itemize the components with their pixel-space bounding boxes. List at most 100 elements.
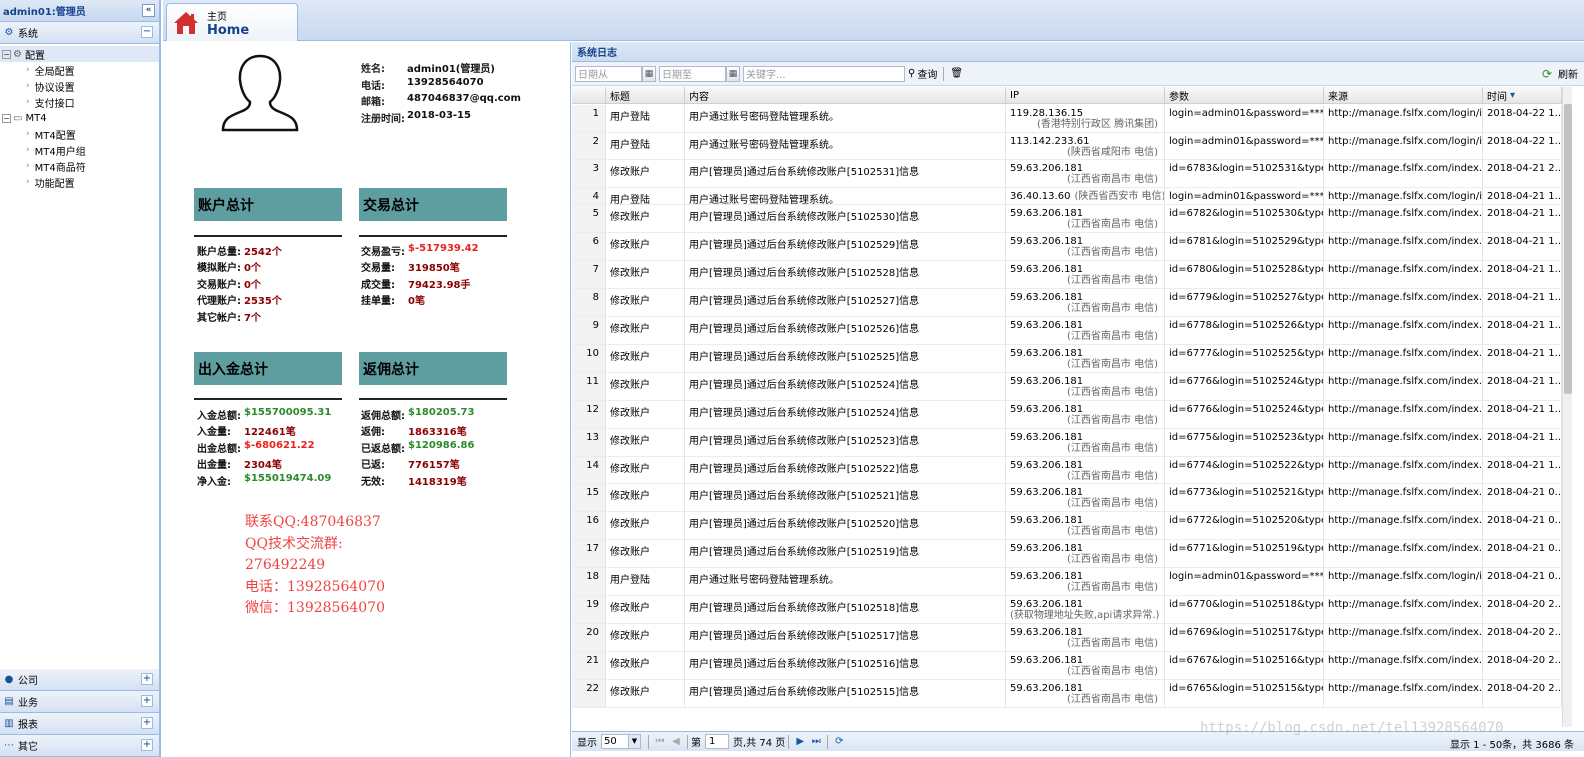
scrollbar-thumb[interactable] [1564,104,1572,394]
table-row[interactable]: 13 修改账户 用户[管理员]通过后台系统修改账户[5102523]信息 59.63.… [572,428,1562,457]
next-page-icon[interactable]: ▶ [792,736,808,747]
date-from-input[interactable]: 日期从 [575,65,642,82]
cell-title: 修改账户 [606,316,685,344]
tree-node-label: 协议设置 [34,82,75,94]
tree-node-protocol-settings[interactable]: › 协议设置 [0,78,159,94]
reload-icon[interactable]: ⟳ [831,736,847,747]
table-row[interactable]: 15 修改账户 用户[管理员]通过后台系统修改账户[5102521]信息 59.63.… [572,484,1562,513]
stat-value: 776157笔 [408,460,460,472]
table-row[interactable]: 4 用户登陆 用户通过账号密码登陆管理系统。 36.40.13.60 (陕西省西安市 电… [572,188,1562,206]
accordion-expand-toggle[interactable]: + [141,717,153,729]
table-row[interactable]: 11 修改账户 用户[管理员]通过后台系统修改账户[5102524]信息 59.63.… [572,372,1562,401]
collapse-sidebar-button[interactable]: « [142,4,155,17]
column-header-time[interactable]: 时间 ▾ [1483,87,1562,104]
cell-ip: 59.63.206.181 (江西省南昌市 电信) [1006,428,1165,456]
rebates-title: 返佣总计 [359,352,507,385]
table-row[interactable]: 3 修改账户 用户[管理员]通过后台系统修改账户[5102531]信息 59.63.2… [572,160,1562,189]
table-row[interactable]: 7 修改账户 用户[管理员]通过后台系统修改账户[5102528]信息 59.63.2… [572,260,1562,289]
ip-address: 113.142.233.61 [1010,135,1090,147]
tree-node-mt4-config[interactable]: › MT4配置 [0,126,159,142]
page-number-input[interactable]: 1 [705,734,729,749]
gear-icon: ⚙ [4,27,14,38]
accordion-other[interactable]: ⋯ 其它 + [0,735,159,757]
accordion-expand-toggle[interactable]: + [141,673,153,685]
tree-node-global-config[interactable]: › 全局配置 [0,62,159,78]
calendar-icon[interactable]: ▦ [642,65,656,82]
last-page-icon[interactable]: ⏭ [808,736,824,747]
table-row[interactable]: 19 修改账户 用户[管理员]通过后台系统修改账户[5102518]信息 59.63.… [572,596,1562,625]
stat-value: 122461笔 [244,427,296,439]
search-icon: ⚲ [908,68,916,79]
table-row[interactable]: 12 修改账户 用户[管理员]通过后台系统修改账户[5102524]信息 59.63.… [572,400,1562,429]
table-row[interactable]: 21 修改账户 用户[管理员]通过后台系统修改账户[5102516]信息 59.63.… [572,652,1562,680]
stat-label: 成交量: [361,279,395,291]
table-row[interactable]: 14 修改账户 用户[管理员]通过后台系统修改账户[5102522]信息 59.63.… [572,456,1562,485]
accordion-expand-toggle[interactable]: + [141,739,153,751]
table-row[interactable]: 8 修改账户 用户[管理员]通过后台系统修改账户[5102527]信息 59.63.2… [572,288,1562,317]
divider [788,734,790,749]
log-panel-title: 系统日志 [572,42,1584,62]
table-row[interactable]: 1 用户登陆 用户通过账号密码登陆管理系统。 119.28.136.15 (香港特别行政… [572,105,1562,133]
table-row[interactable]: 2 用户登陆 用户通过账号密码登陆管理系统。 113.142.233.61 (陕西省咸阳… [572,132,1562,161]
column-header-params[interactable]: 参数 [1165,87,1324,104]
tree-node-mt4-symbols[interactable]: › MT4商品符 [0,158,159,174]
ip-address: 59.63.206.181 [1010,431,1084,443]
accordion-expand-toggle[interactable]: + [141,695,153,707]
column-header-ip[interactable]: IP [1006,87,1165,104]
row-number: 14 [572,456,606,484]
search-button[interactable]: ⚲ 查询 [905,66,940,82]
contact-qq: 联系QQ:487046837 [245,514,381,530]
first-page-icon[interactable]: ⏮ [652,736,668,747]
ip-location: (陕西省咸阳市 电信) [1067,146,1158,158]
contact-group-label: QQ技术交流群: [245,535,343,552]
table-row[interactable]: 20 修改账户 用户[管理员]通过后台系统修改账户[5102517]信息 59.63.… [572,624,1562,653]
table-row[interactable]: 6 修改账户 用户[管理员]通过后台系统修改账户[5102529]信息 59.63.2… [572,233,1562,261]
table-row[interactable]: 22 修改账户 用户[管理员]通过后台系统修改账户[5102515]信息 59.63.… [572,680,1562,708]
tree-expand-toggle[interactable]: − [2,113,11,123]
grid-scrollbar[interactable] [1562,87,1572,727]
accordion-system[interactable]: ⚙ 系统 − [0,22,159,44]
tree-node-config[interactable]: − ⚙ 配置 [0,46,159,62]
table-row[interactable]: 9 修改账户 用户[管理员]通过后台系统修改账户[5102526]信息 59.63.2… [572,316,1562,345]
cell-params: id=6770&login=5102518&typei... [1165,596,1324,624]
tree-node-mt4-user-group[interactable]: › MT4用户组 [0,142,159,158]
profile-reg-label: 注册时间: [361,113,405,125]
prev-page-icon[interactable]: ◀ [668,736,684,747]
monitor-icon: ▭ [13,112,23,124]
delete-button[interactable]: 🗑 [947,66,966,82]
accordion-system-toggle[interactable]: − [141,26,153,38]
accordion-label: 业务 [18,698,38,709]
tree-node-payment-api[interactable]: › 支付接口 [0,94,159,110]
ip-location: (江西省南昌市 电信) [1067,358,1158,370]
cell-ip: 59.63.206.181 (江西省南昌市 电信) [1006,288,1165,316]
table-row[interactable]: 16 修改账户 用户[管理员]通过后台系统修改账户[5102520]信息 59.63.… [572,512,1562,541]
cell-source: http://manage.fslfx.com/login/i... [1324,188,1483,205]
table-row[interactable]: 10 修改账户 用户[管理员]通过后台系统修改账户[5102525]信息 59.63.… [572,344,1562,373]
chevron-down-icon[interactable]: ▼ [628,735,640,748]
column-header-content[interactable]: 内容 [685,87,1006,104]
contact-phone: 电话：13928564070 [245,578,385,595]
stat-label: 账户总量: [197,247,241,258]
chevron-right-icon: › [26,177,30,187]
refresh-button[interactable]: ⟳ 刷新 [1542,66,1578,82]
calendar-icon[interactable]: ▦ [726,65,740,82]
table-row[interactable]: 17 修改账户 用户[管理员]通过后台系统修改账户[5102519]信息 59.63.… [572,540,1562,569]
column-header-title[interactable]: 标题 [606,87,685,104]
table-row[interactable]: 18 用户登陆 用户通过账号密码登陆管理系统。 59.63.206.181 (江西省南昌… [572,568,1562,597]
tree-expand-toggle[interactable]: − [2,49,11,59]
accordion-reports[interactable]: ▥ 报表 + [0,713,159,735]
tab-home[interactable]: 主页 Home [166,3,298,41]
cell-time: 2018-04-21 1... [1483,456,1562,484]
column-header-source[interactable]: 来源 [1324,87,1483,104]
accordion-business[interactable]: ▤ 业务 + [0,691,159,713]
table-row[interactable]: 5 修改账户 用户[管理员]通过后台系统修改账户[5102530]信息 59.63.2… [572,205,1562,233]
page-size-select[interactable]: 50 ▼ [601,734,641,749]
accordion-company[interactable]: ● 公司 + [0,669,159,691]
date-to-input[interactable]: 日期至 [659,65,726,82]
stat-label: 已返: [361,460,385,472]
tree-node-mt4[interactable]: − ▭ MT4 [0,110,159,126]
keyword-input[interactable]: 关键字... [743,65,905,82]
stat-value: $155700095.31 [244,407,332,418]
cell-source: http://manage.fslfx.com/index.... [1324,652,1483,679]
tree-node-feature-config[interactable]: › 功能配置 [0,174,159,190]
